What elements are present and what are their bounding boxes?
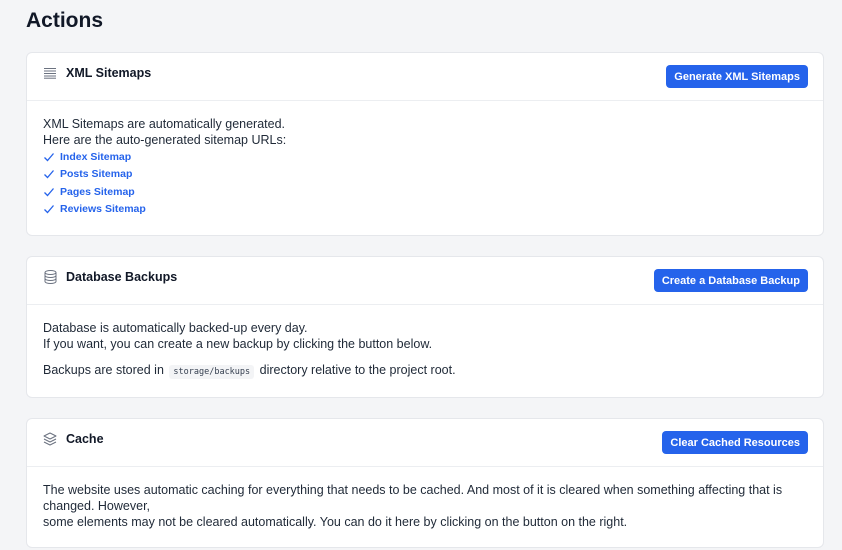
posts-sitemap-link[interactable]: Posts Sitemap: [60, 166, 132, 182]
cache-description-line-1: The website uses automatic caching for e…: [43, 483, 783, 513]
xml-sitemaps-title: XML Sitemaps: [66, 66, 152, 80]
sitemap-link-item: Reviews Sitemap: [43, 201, 807, 219]
sitemap-link-item: Index Sitemap: [43, 148, 807, 166]
generate-xml-sitemaps-button[interactable]: Generate XML Sitemaps: [666, 65, 808, 88]
cache-title: Cache: [66, 432, 104, 446]
checkmark-icon: [43, 151, 55, 163]
checkmark-icon: [43, 203, 55, 215]
backups-storage-note: Backups are stored in storage/backups di…: [43, 362, 807, 380]
xml-sitemaps-card: XML Sitemaps Generate XML Sitemaps XML S…: [26, 52, 824, 236]
backups-description-line-1: Database is automatically backed-up ever…: [43, 321, 308, 335]
sitemaps-description-line-2: Here are the auto-generated sitemap URLs…: [43, 133, 287, 147]
backups-storage-prefix: Backups are stored in: [43, 363, 164, 377]
cache-header: Cache Clear Cached Resources: [27, 419, 823, 467]
database-backups-title: Database Backups: [66, 270, 178, 284]
xml-sitemaps-header: XML Sitemaps Generate XML Sitemaps: [27, 53, 823, 101]
reviews-sitemap-link[interactable]: Reviews Sitemap: [60, 201, 146, 217]
clear-cached-resources-button[interactable]: Clear Cached Resources: [662, 431, 808, 454]
create-database-backup-button[interactable]: Create a Database Backup: [653, 269, 808, 292]
database-backups-heading: Database Backups: [42, 269, 177, 285]
actions-page: Actions XML Sitemaps Generate XML Sitema…: [0, 0, 842, 548]
index-sitemap-link[interactable]: Index Sitemap: [60, 149, 131, 165]
cache-body: The website uses automatic caching for e…: [27, 467, 823, 547]
backups-description-line-2: If you want, you can create a new backup…: [43, 337, 433, 351]
cache-card: Cache Clear Cached Resources The website…: [26, 418, 824, 548]
sitemap-link-item: Posts Sitemap: [43, 166, 807, 184]
checkmark-icon: [43, 186, 55, 198]
cache-description-line-2: some elements may not be cleared automat…: [43, 515, 628, 529]
sitemaps-description-line-1: XML Sitemaps are automatically generated…: [43, 117, 286, 131]
database-backups-card: Database Backups Create a Database Backu…: [26, 256, 824, 398]
pages-sitemap-link[interactable]: Pages Sitemap: [60, 184, 135, 200]
cache-heading: Cache: [42, 431, 104, 447]
backups-storage-suffix: directory relative to the project root.: [259, 363, 456, 377]
xml-sitemaps-heading: XML Sitemaps: [42, 65, 151, 81]
database-backups-body: Database is automatically backed-up ever…: [27, 305, 823, 397]
xml-sitemaps-body: XML Sitemaps are automatically generated…: [27, 101, 823, 235]
database-icon: [42, 269, 58, 285]
backups-storage-path: storage/backups: [169, 365, 255, 379]
sitemap-link-item: Pages Sitemap: [43, 183, 807, 201]
checkmark-icon: [43, 168, 55, 180]
layers-icon: [42, 431, 58, 447]
database-backups-header: Database Backups Create a Database Backu…: [27, 257, 823, 305]
sitemap-links-list: Index Sitemap Posts Sitemap Pages Sitema…: [43, 148, 807, 218]
list-lines-icon: [42, 65, 58, 81]
page-title: Actions: [26, 9, 104, 32]
